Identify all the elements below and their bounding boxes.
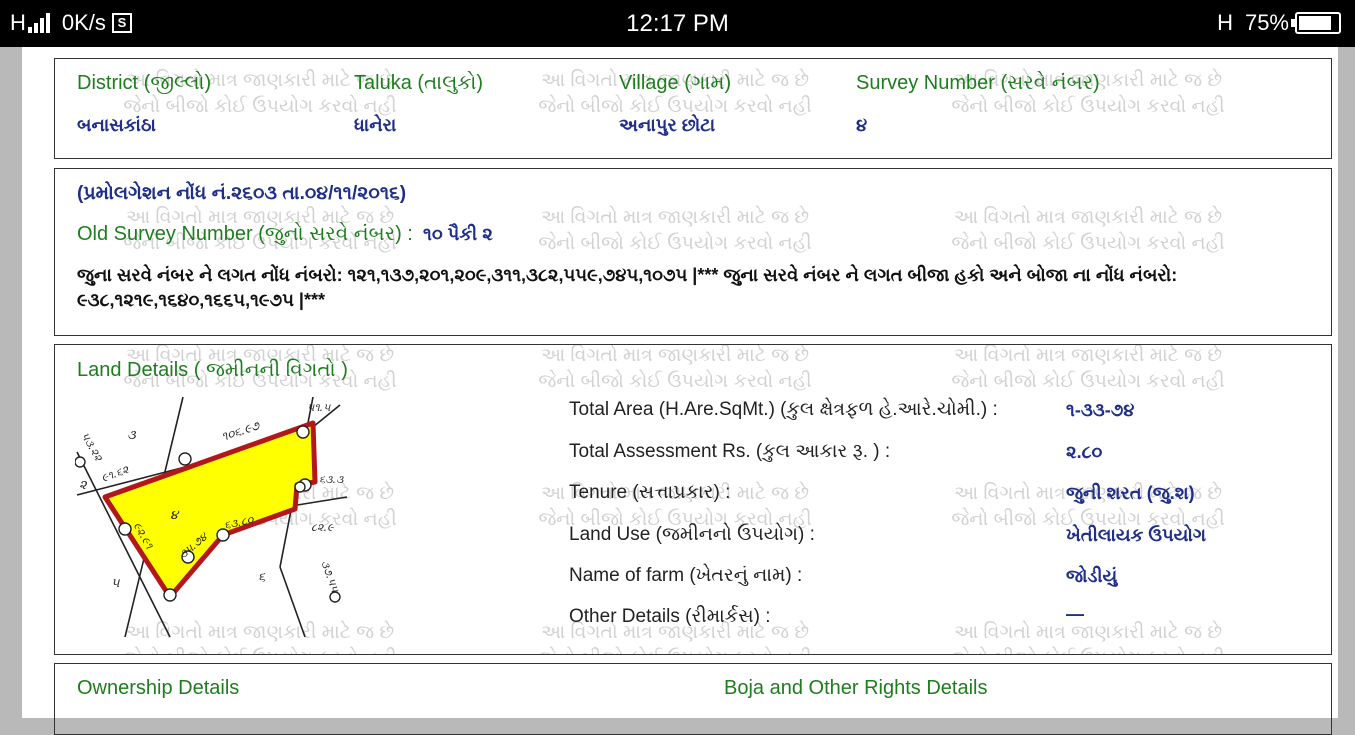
total-assessment-label: Total Assessment Rs. (કુલ આકાર રૂ. ) : (569, 441, 891, 462)
taluka-value: ધાનેરા (354, 115, 397, 135)
map-label: ૬ (258, 570, 266, 585)
total-area-label: Total Area (H.Are.SqMt.) (કુલ ક્ષેત્રફળ … (569, 399, 998, 420)
tenure-label: Tenure (સત્તાપ્રકાર) : (569, 482, 731, 503)
watermark: આ વિગતો માત્ર જાણકારી માટે જ છેજેનો બીજો… (538, 345, 812, 392)
watermark: આ વિગતો માત્ર જાણકારી માટે જ છેજેનો બીજો… (951, 207, 1225, 254)
battery-percent: 75% (1244, 10, 1289, 35)
total-area-value: ૧-૩૩-૭૪ (1066, 400, 1135, 420)
map-label: ૫ (111, 576, 120, 591)
map-label: ૮૨.૯ (311, 521, 335, 534)
ownership-panel: Ownership Details Boja and Other Rights … (54, 663, 1332, 735)
map-label: ૨ (79, 478, 88, 493)
district-label: District (જીલ્લો) (77, 72, 212, 94)
land-details-panel: આ વિગતો માત્ર જાણકારી માટે જ છે જેનો બીજો… (54, 344, 1332, 655)
map-label: ૫૧.૫ (307, 401, 331, 414)
district-value: બનાસકાંઠા (77, 115, 156, 135)
boja-rights-label: Boja and Other Rights Details (724, 677, 988, 699)
clock: 12:17 PM (626, 10, 729, 37)
map-label: ૬૩.૩ (319, 473, 344, 486)
land-use-value: ખેતીલાયક ઉપયોગ (1066, 525, 1207, 545)
battery-icon (1291, 12, 1341, 34)
map-label: ૩ (127, 428, 137, 443)
village-value: અનાપુર છોટા (619, 115, 716, 135)
survey-number-label: Survey Number (સરવે નંબર) (856, 72, 1100, 94)
status-right: H 75% (1217, 10, 1341, 36)
record-sheet: આ વિગતો માત્ર જાણકારી માટે જ છે જેનો બીજો… (22, 47, 1338, 735)
other-details-label: Other Details (રીમાર્કસ) : (569, 606, 771, 627)
land-use-label: Land Use (જમીનનો ઉપયોગ) : (569, 524, 815, 545)
map-label: ૧૦૬.૯૭ (220, 418, 263, 444)
watermark: આ વિગતો માત્ર જાણકારી માટે જ છેજેનો બીજો… (538, 207, 812, 254)
map-label: ૩૭.૫૫ (318, 559, 342, 595)
other-details-value: — (1066, 604, 1084, 624)
location-panel: આ વિગતો માત્ર જાણકારી માટે જ છે જેનો બીજો… (54, 58, 1332, 159)
old-entries-text: જુના સરવે નંબર ને લગત નોંધ નંબરો: ૧૨૧,૧૩… (77, 265, 1178, 310)
status-bar: H 0K/s S 12:17 PM H 75% (0, 0, 1355, 47)
village-label: Village (ગામ) (619, 72, 732, 94)
farm-name-label: Name of farm (ખેતરનું નામ) : (569, 565, 803, 586)
total-assessment-value: ૨.૮૦ (1066, 442, 1103, 462)
taluka-label: Taluka (તાલુકો) (354, 72, 484, 94)
farm-name-value: જોડીયું (1066, 566, 1118, 586)
land-details-heading: Land Details ( જમીનની વિગતો ) (77, 359, 348, 381)
old-survey-label: Old Survey Number (જુનો સરવે નંબર) : (77, 223, 413, 245)
ownership-details-label: Ownership Details (77, 677, 240, 699)
old-survey-value: ૧૦ પૈકી ૨ (423, 224, 493, 244)
promulgation-heading: (પ્રમોલગેશન નોંધ નં.૨૬૦૩ તા.૦૪/૧૧/૨૦૧૬) (77, 183, 407, 204)
survey-number-value: ૪ (856, 115, 868, 135)
watermark: આ વિગતો માત્ર જાણકારી માટે જ છેજેનો બીજો… (951, 622, 1224, 654)
tenure-value: જુની શરત (જુ.શ) (1066, 483, 1195, 503)
plot-map: ૩ ૨ ૪ ૫ ૬ ૧૦૬.૯૭ ૯૧.૬૨ ૯૨.૯૧ ૩૫.૭૪ ૬૩.૮૦… (75, 397, 348, 637)
network-type-right: H (1217, 10, 1233, 35)
promulgation-panel: આ વિગતો માત્ર જાણકારી માટે જ છે જેનો બીજો… (54, 168, 1332, 336)
watermark: આ વિગતો માત્ર જાણકારી માટે જ છેજેનો બીજો… (951, 345, 1225, 392)
